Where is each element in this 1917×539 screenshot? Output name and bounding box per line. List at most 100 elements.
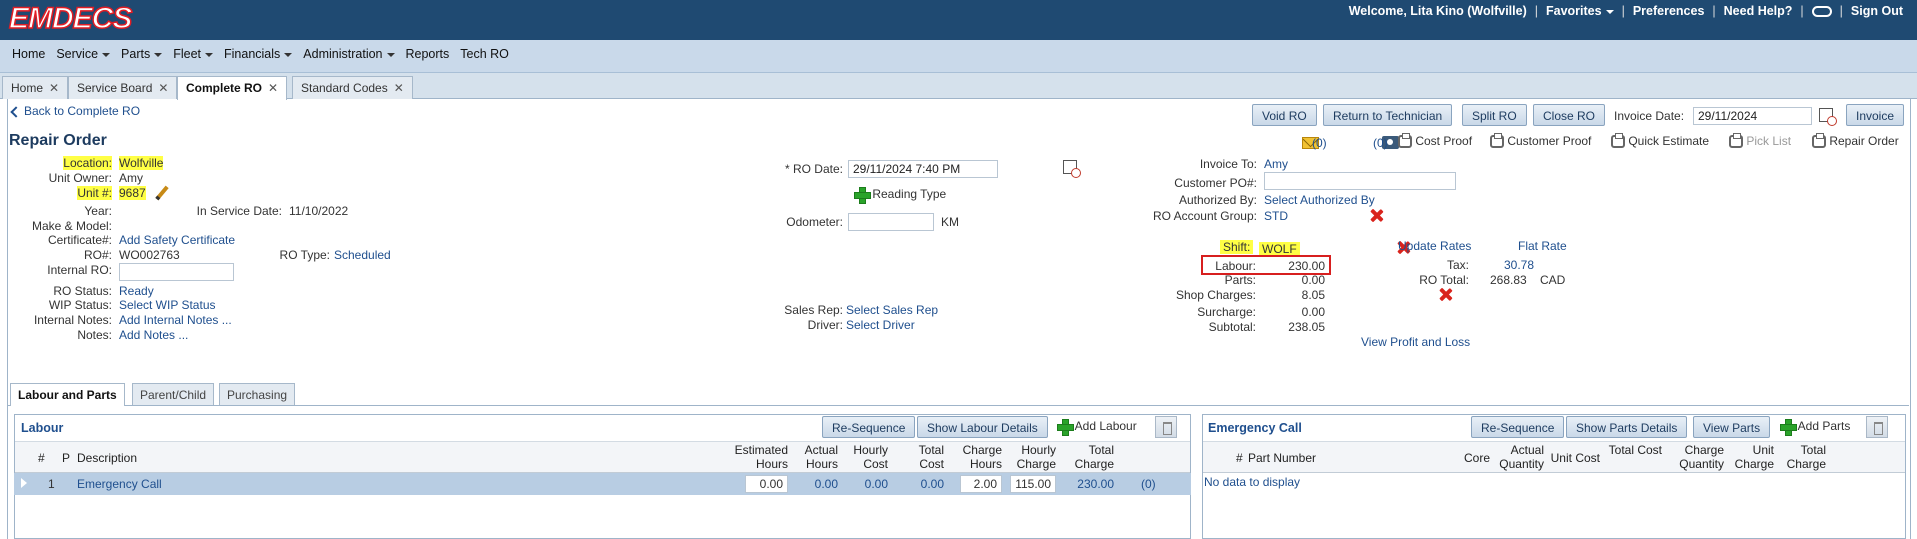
customer-proof-link[interactable]: Customer Proof [1490,133,1591,149]
make-model-label: Make & Model: [31,219,112,233]
select-driver-link[interactable]: Select Driver [846,318,915,332]
calendar-icon[interactable] [1063,159,1082,178]
select-sales-rep-link[interactable]: Select Sales Rep [846,303,938,317]
customer-po-input[interactable] [1264,172,1456,190]
labour-resequence-button[interactable]: Re-Sequence [822,416,916,438]
col-actual-hours: Actual Hours [804,443,838,471]
camera-count[interactable]: (0) [1373,136,1388,150]
invoice-button[interactable]: Invoice [1846,104,1905,126]
tax-label: Tax: [1446,258,1469,272]
tab-home[interactable]: Home ✕ [2,76,69,99]
tab-service-board[interactable]: Service Board ✕ [68,76,178,99]
year-label: Year: [84,204,112,218]
nav-tech-ro[interactable]: Tech RO [460,47,509,61]
col-unit-charge: Unit Charge [1734,443,1774,471]
parts-resequence-button[interactable]: Re-Sequence [1471,416,1565,438]
nav-administration[interactable]: Administration [303,47,395,61]
tax-link[interactable]: 30.78 [1504,258,1534,272]
nav-financials[interactable]: Financials [224,47,293,61]
mail-count[interactable]: (0) [1312,136,1327,150]
nav-reports[interactable]: Reports [406,47,450,61]
tab-parent-child[interactable]: Parent/Child [132,383,215,405]
surcharge-link[interactable]: 0.00 [1302,305,1325,319]
parts-total-label: Parts: [1224,273,1256,287]
emdecs-logo[interactable]: EMDECS [8,1,133,36]
nav-parts[interactable]: Parts [121,47,163,61]
invoice-to-link[interactable]: Amy [1264,157,1288,171]
add-parts-button[interactable]: Add Parts [1780,419,1850,437]
show-labour-details-button[interactable]: Show Labour Details [917,416,1048,438]
remove-icon[interactable] [1370,209,1383,222]
preferences-link[interactable]: Preferences [1633,4,1705,18]
signout-link[interactable]: Sign Out [1851,4,1903,18]
shift-value[interactable]: WOLF [1259,242,1300,256]
close-icon[interactable]: ✕ [394,81,404,95]
tab-complete-ro[interactable]: Complete RO ✕ [177,76,288,100]
row-description-link[interactable]: Emergency Call [77,477,162,491]
close-icon[interactable]: ✕ [268,81,278,95]
quick-estimate-link[interactable]: Quick Estimate [1611,133,1709,149]
view-parts-button[interactable]: View Parts [1693,416,1771,438]
void-ro-button[interactable]: Void RO [1252,104,1317,126]
add-safety-certificate-link[interactable]: Add Safety Certificate [119,233,235,247]
location-value: Wolfville [119,156,164,170]
account-group-link[interactable]: STD [1264,209,1288,223]
col-total-cost: Total Cost [1608,443,1662,457]
estimated-hours-input[interactable]: 0.00 [745,475,788,493]
view-profit-loss-link[interactable]: View Profit and Loss [1361,335,1470,349]
pick-list-link[interactable]: Pick List [1729,133,1791,149]
tab-labour-and-parts[interactable]: Labour and Parts [10,383,125,406]
close-ro-button[interactable]: Close RO [1533,104,1606,126]
shop-charges-link[interactable]: 8.05 [1302,288,1325,302]
hourly-charge-input[interactable]: 115.00 [1010,475,1056,493]
reading-type-link[interactable]: Reading Type [854,187,946,205]
update-rates-link[interactable]: Update Rates [1398,239,1471,253]
tab-standard-codes[interactable]: Standard Codes ✕ [292,76,413,99]
nav-home[interactable]: Home [12,47,45,61]
trash-icon[interactable] [1155,416,1177,438]
select-authorized-by-link[interactable]: Select Authorized By [1264,193,1375,207]
favorites-menu[interactable]: Favorites [1546,4,1614,18]
split-ro-button[interactable]: Split RO [1462,104,1527,126]
remove-icon[interactable] [1439,288,1452,301]
ro-date-input[interactable]: 29/11/2024 7:40 PM [848,160,998,178]
unit-label: Unit #: [77,186,112,200]
unit-value[interactable]: 9687 [119,186,146,200]
flat-rate-link[interactable]: Flat Rate [1518,239,1567,253]
nav-fleet[interactable]: Fleet [173,47,214,61]
expand-icon[interactable] [21,478,27,488]
calendar-icon[interactable] [1819,107,1837,126]
charge-hours-input[interactable]: 2.00 [960,475,1002,493]
trash-icon[interactable] [1866,416,1888,438]
in-service-date: 11/10/2022 [289,204,349,218]
close-icon[interactable]: ✕ [49,81,59,95]
close-icon[interactable]: ✕ [158,81,168,95]
invoice-date-input[interactable]: 29/11/2024 [1693,107,1812,125]
chevron-down-icon [154,52,163,57]
internal-ro-input[interactable] [119,263,234,281]
add-labour-button[interactable]: Add Labour [1057,419,1137,437]
ro-type-link[interactable]: Scheduled [334,248,391,262]
ro-status-link[interactable]: Ready [119,284,154,298]
show-parts-details-button[interactable]: Show Parts Details [1566,416,1688,438]
empty-message: No data to display [1204,475,1301,489]
help-link[interactable]: Need Help? [1724,4,1793,18]
repair-order-print-link[interactable]: Repair Order [1812,133,1899,149]
certificate-label: Certificate#: [47,233,112,247]
return-to-technician-button[interactable]: Return to Technician [1323,104,1453,126]
wip-status-link[interactable]: Select WIP Status [119,298,216,312]
notes-label: Notes: [77,328,112,342]
back-link[interactable]: Back to Complete RO [10,104,140,118]
cost-proof-link[interactable]: Cost Proof [1398,133,1472,149]
odometer-input[interactable] [848,213,934,231]
subtotal-value: 238.05 [1288,320,1325,334]
add-internal-notes-link[interactable]: Add Internal Notes ... [119,313,232,327]
authorized-by-label: Authorized By: [1178,193,1257,207]
nav-service[interactable]: Service [56,47,111,61]
tab-purchasing[interactable]: Purchasing [219,383,296,405]
status-toggle-icon[interactable] [1811,5,1832,17]
add-notes-link[interactable]: Add Notes ... [119,328,188,342]
ro-total-label: RO Total: [1419,273,1469,287]
row-photo-count[interactable]: (0) [1141,477,1156,491]
row-number: 1 [48,477,55,491]
